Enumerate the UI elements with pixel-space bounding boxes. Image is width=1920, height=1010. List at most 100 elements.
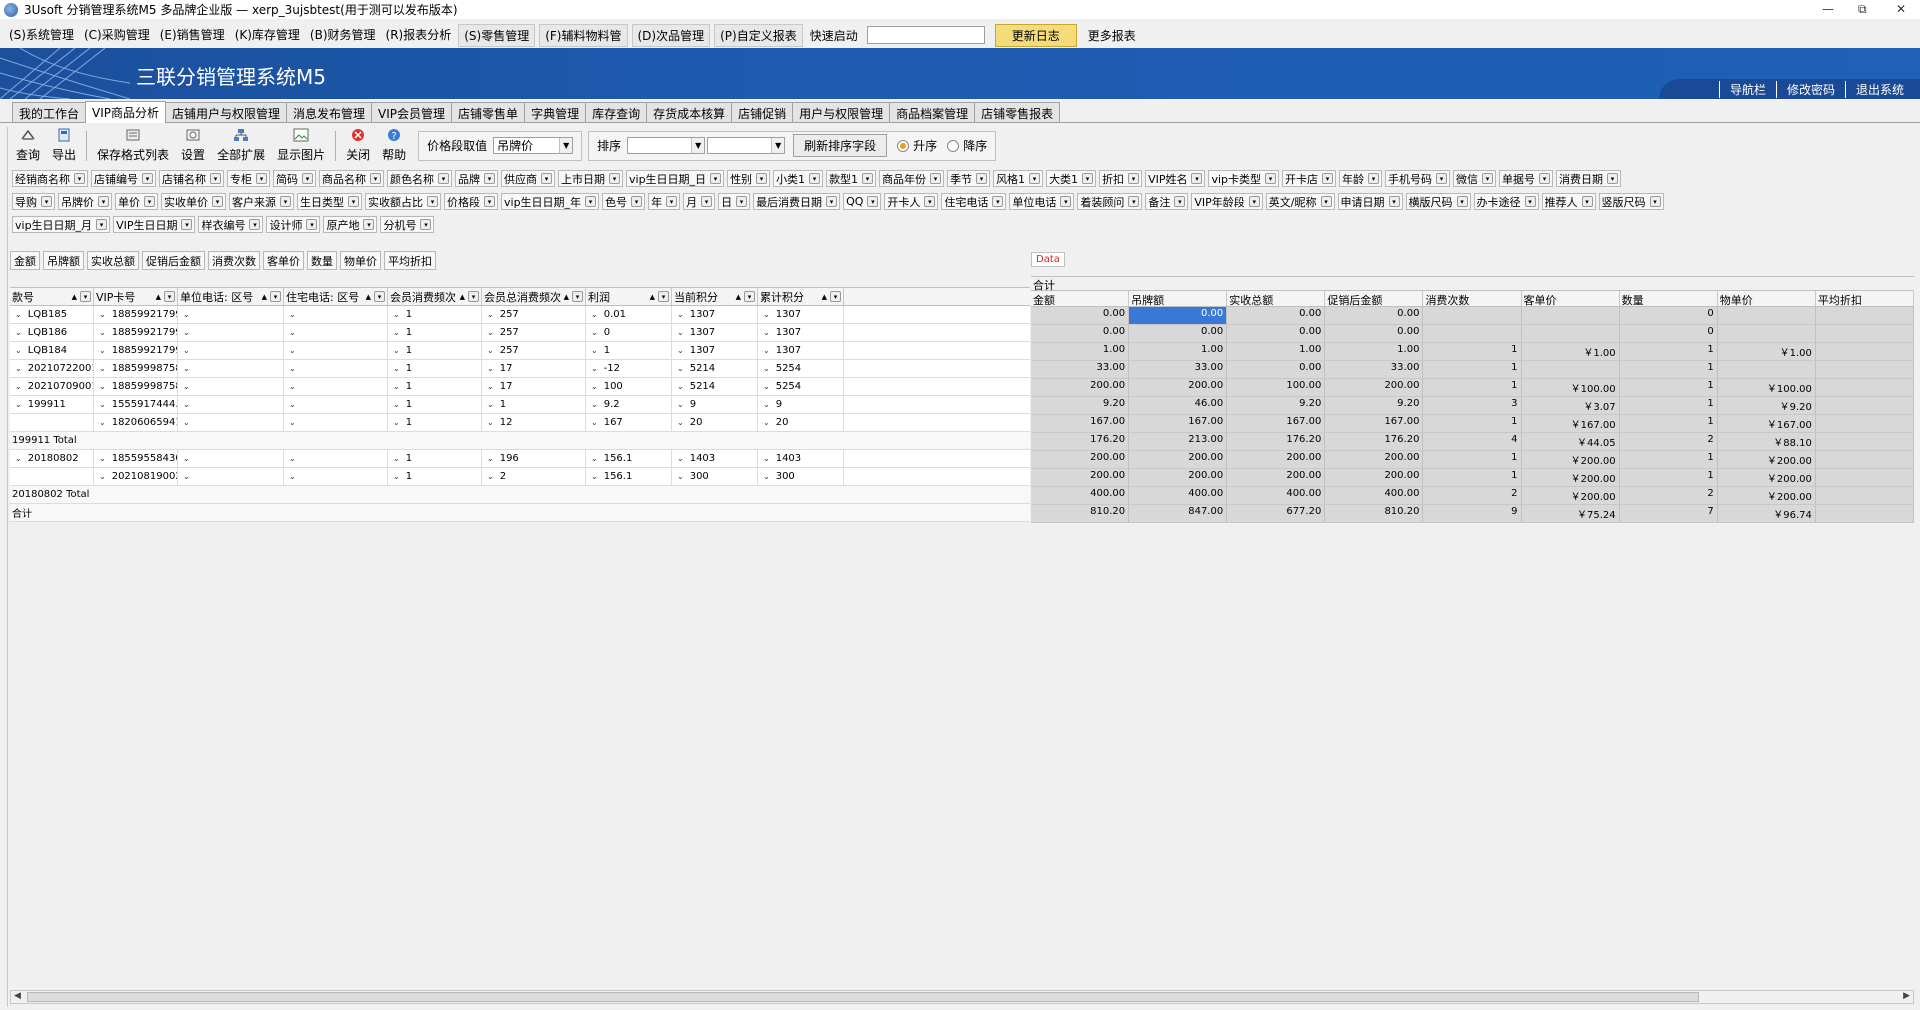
chevron-down-icon[interactable]: ⌄ bbox=[289, 364, 296, 373]
field-chip[interactable]: VIP姓名 ▾ bbox=[1145, 170, 1206, 187]
filter-dropdown-icon[interactable]: ▾ bbox=[420, 219, 432, 230]
chevron-down-icon[interactable]: ⌄ bbox=[677, 382, 684, 391]
field-chip[interactable]: 住宅电话 ▾ bbox=[941, 193, 1007, 210]
pivot-cell[interactable]: 200.00 bbox=[1227, 451, 1326, 468]
chevron-down-icon[interactable]: ⌄ bbox=[99, 310, 106, 319]
chevron-down-icon[interactable]: ⌄ bbox=[15, 346, 22, 355]
pivot-cell[interactable]: 176.20 bbox=[1031, 433, 1130, 450]
pivot-cell[interactable]: 0.00 bbox=[1325, 307, 1424, 324]
filter-dropdown-icon[interactable]: ▾ bbox=[1322, 173, 1334, 184]
chevron-down-icon[interactable]: ⌄ bbox=[591, 454, 598, 463]
filter-dropdown-icon[interactable]: ▾ bbox=[976, 173, 988, 184]
pivot-cell[interactable]: 0.00 bbox=[1227, 307, 1326, 324]
pivot-cell[interactable]: 9.20 bbox=[1031, 397, 1130, 414]
field-chip[interactable]: 商品名称 ▾ bbox=[319, 170, 384, 187]
field-chip[interactable]: 月 ▾ bbox=[683, 193, 716, 210]
field-chip[interactable]: 折扣 ▾ bbox=[1099, 170, 1143, 187]
pivot-cell[interactable]: ￥100.00 bbox=[1522, 379, 1620, 396]
pivot-cell[interactable]: 847.00 bbox=[1129, 505, 1228, 522]
menu-item[interactable]: (C)采购管理 bbox=[79, 24, 155, 47]
filter-dropdown-icon[interactable]: ▾ bbox=[585, 196, 597, 207]
tab-item[interactable]: 字典管理 bbox=[524, 102, 587, 122]
pivot-cell[interactable]: 400.00 bbox=[1031, 487, 1130, 504]
filter-dropdown-icon[interactable]: ▾ bbox=[1128, 173, 1140, 184]
close-button[interactable]: 关闭 bbox=[340, 128, 376, 163]
pivot-cell[interactable] bbox=[1522, 325, 1620, 342]
pivot-column-header[interactable]: 金额 bbox=[1031, 291, 1130, 306]
chevron-down-icon[interactable]: ⌄ bbox=[591, 364, 598, 373]
filter-dropdown-icon[interactable]: ▾ bbox=[658, 291, 669, 302]
field-chip[interactable]: 消费日期 ▾ bbox=[1556, 170, 1622, 187]
filter-dropdown-icon[interactable]: ▾ bbox=[1649, 196, 1661, 207]
filter-dropdown-icon[interactable]: ▾ bbox=[96, 219, 108, 230]
filter-dropdown-icon[interactable]: ▾ bbox=[74, 173, 85, 184]
pivot-cell[interactable]: 176.20 bbox=[1325, 433, 1424, 450]
chevron-down-icon[interactable]: ⌄ bbox=[183, 382, 190, 391]
field-chip[interactable]: vip生日日期_月 ▾ bbox=[12, 216, 111, 233]
chevron-down-icon[interactable]: ⌄ bbox=[677, 364, 684, 373]
chevron-down-icon[interactable]: ⌄ bbox=[393, 328, 400, 337]
chevron-down-icon[interactable]: ⌄ bbox=[487, 310, 494, 319]
pivot-cell[interactable]: ￥75.24 bbox=[1522, 505, 1620, 522]
field-chip[interactable]: 上市日期 ▾ bbox=[558, 170, 623, 187]
pivot-cell[interactable]: ￥200.00 bbox=[1718, 469, 1816, 486]
filter-dropdown-icon[interactable]: ▾ bbox=[1128, 196, 1140, 207]
chevron-down-icon[interactable]: ⌄ bbox=[393, 472, 400, 481]
chevron-down-icon[interactable]: ⌄ bbox=[15, 328, 22, 337]
filter-dropdown-icon[interactable]: ▾ bbox=[306, 219, 318, 230]
filter-dropdown-icon[interactable]: ▾ bbox=[374, 291, 385, 302]
pivot-cell[interactable]: ￥200.00 bbox=[1718, 487, 1816, 504]
filter-dropdown-icon[interactable]: ▾ bbox=[484, 196, 495, 207]
tab-item[interactable]: 库存查询 bbox=[585, 102, 648, 122]
filter-dropdown-icon[interactable]: ▾ bbox=[924, 196, 936, 207]
menu-item[interactable]: (D)次品管理 bbox=[631, 23, 711, 47]
filter-dropdown-icon[interactable]: ▾ bbox=[930, 173, 942, 184]
filter-dropdown-icon[interactable]: ▾ bbox=[862, 173, 874, 184]
pivot-cell[interactable]: 0.00 bbox=[1227, 325, 1326, 342]
pivot-cell[interactable]: ￥100.00 bbox=[1718, 379, 1816, 396]
tab-item[interactable]: 店铺促销 bbox=[731, 102, 794, 122]
menu-item[interactable]: (E)销售管理 bbox=[155, 24, 230, 47]
tab-item[interactable]: VIP商品分析 bbox=[85, 101, 167, 123]
pivot-cell[interactable]: 200.00 bbox=[1031, 469, 1130, 486]
grid-column-header[interactable]: 利润 ▲ ▾ bbox=[586, 288, 672, 305]
pivot-cell[interactable]: 167.00 bbox=[1325, 415, 1424, 432]
filter-dropdown-icon[interactable]: ▾ bbox=[98, 196, 109, 207]
field-chip[interactable]: 手机号码 ▾ bbox=[1385, 170, 1451, 187]
field-chip[interactable]: 客户来源 ▾ bbox=[229, 193, 294, 210]
pivot-cell[interactable]: 0 bbox=[1620, 307, 1718, 324]
field-chip[interactable]: 年 ▾ bbox=[648, 193, 681, 210]
filter-dropdown-icon[interactable]: ▾ bbox=[1524, 196, 1536, 207]
chevron-down-icon[interactable]: ⌄ bbox=[763, 310, 770, 319]
menu-item[interactable]: (P)自定义报表 bbox=[714, 23, 803, 47]
pivot-cell[interactable]: ￥200.00 bbox=[1522, 451, 1620, 468]
scroll-right-icon[interactable]: ▶ bbox=[1903, 991, 1910, 1001]
table-row[interactable]: ⌄ 20180802 ⌄ 18559558430 ⌄ ⌄ ⌄ 1 ⌄ 196 ⌄ 156.1 ⌄ 1403… bbox=[10, 450, 1030, 468]
pivot-cell[interactable]: 810.20 bbox=[1325, 505, 1424, 522]
pivot-column-header[interactable]: 促销后金额 bbox=[1325, 291, 1424, 306]
filter-dropdown-icon[interactable]: ▾ bbox=[1082, 173, 1094, 184]
pivot-cell[interactable] bbox=[1816, 433, 1914, 450]
data-field-chip[interactable]: 促销后金额 bbox=[142, 251, 205, 270]
chevron-down-icon[interactable]: ⌄ bbox=[393, 382, 400, 391]
filter-dropdown-icon[interactable]: ▾ bbox=[631, 196, 643, 207]
field-chip[interactable]: 竖版尺码 ▾ bbox=[1598, 193, 1664, 210]
pivot-column-header[interactable]: 消费次数 bbox=[1423, 291, 1522, 306]
tab-item[interactable]: 店铺用户与权限管理 bbox=[165, 102, 288, 122]
pivot-cell[interactable] bbox=[1718, 325, 1816, 342]
field-chip[interactable]: 单位电话 ▾ bbox=[1009, 193, 1075, 210]
menu-item[interactable]: (S)零售管理 bbox=[458, 23, 536, 47]
chevron-down-icon[interactable]: ⌄ bbox=[183, 418, 190, 427]
filter-dropdown-icon[interactable]: ▾ bbox=[468, 291, 479, 302]
menu-item[interactable]: (B)财务管理 bbox=[305, 24, 381, 47]
field-chip[interactable]: 开卡人 ▾ bbox=[884, 193, 939, 210]
data-field-chip[interactable]: 物单价 bbox=[340, 251, 381, 270]
filter-dropdown-icon[interactable]: ▾ bbox=[1388, 196, 1400, 207]
pivot-cell[interactable]: 1.00 bbox=[1227, 343, 1326, 360]
pivot-cell[interactable]: 0 bbox=[1620, 325, 1718, 342]
chevron-down-icon[interactable]: ⌄ bbox=[393, 418, 400, 427]
pivot-cell[interactable]: 9.20 bbox=[1325, 397, 1424, 414]
data-field-chip[interactable]: 实收总额 bbox=[87, 251, 139, 270]
field-chip[interactable]: 生日类型 ▾ bbox=[297, 193, 362, 210]
field-chip[interactable]: 横版尺码 ▾ bbox=[1405, 193, 1471, 210]
